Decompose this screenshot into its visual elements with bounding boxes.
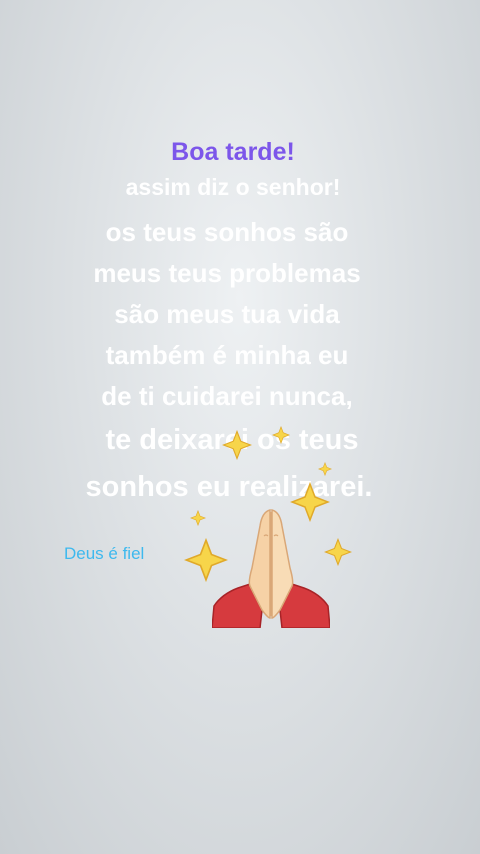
sparkle-icon: [222, 430, 252, 460]
sparkle-icon: [272, 426, 290, 444]
sparkle-icon: [190, 510, 206, 526]
message-line: também é minha eu: [105, 340, 349, 370]
message-line: são meus tua vida: [114, 299, 340, 329]
message-line: de ti cuidarei nunca,: [101, 381, 353, 411]
message-line: meus teus problemas: [93, 258, 361, 288]
message-text: os teus sonhos são meus teus problemas s…: [0, 212, 454, 511]
praying-hands-icon: [212, 509, 330, 628]
greeting-text: Boa tarde!: [171, 138, 295, 166]
sparkle-icon: [318, 462, 332, 476]
tagline-text: Deus é fiel: [64, 544, 145, 563]
story-canvas: Boa tarde! assim diz o senhor! os teus s…: [0, 0, 480, 854]
message-line: os teus sonhos são: [105, 217, 349, 247]
message-line: sonhos eu realizarei.: [85, 471, 373, 503]
subtitle-text: assim diz o senhor!: [125, 174, 341, 200]
